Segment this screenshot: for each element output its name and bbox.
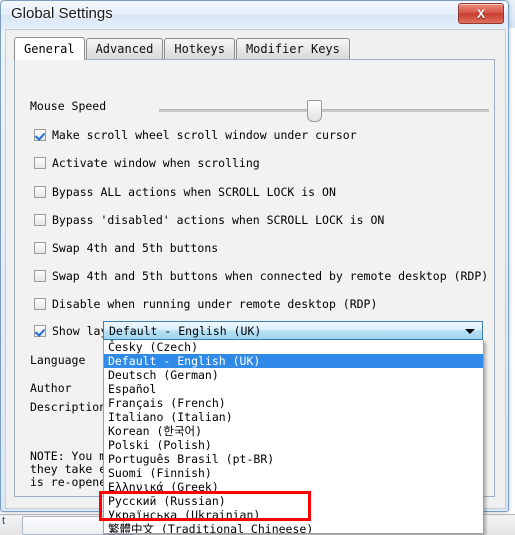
language-dropdown-list[interactable]: Česky (Czech) Default - English (UK) Deu… [103, 340, 484, 534]
tab-advanced[interactable]: Advanced [85, 38, 164, 59]
checkbox-label: Activate window when scrolling [52, 156, 260, 170]
dropdown-option[interactable]: Português Brasil (pt-BR) [104, 452, 483, 466]
checkbox-bypass-all-actions[interactable] [34, 186, 46, 198]
chevron-down-icon [465, 329, 475, 334]
checkbox-bypass-disabled-actions[interactable] [34, 214, 46, 226]
window-titlebar: Global Settings X [1, 1, 508, 29]
checkbox-show-layer-balloon[interactable] [34, 325, 46, 337]
checkbox-label: Disable when running under remote deskto… [52, 297, 378, 311]
dropdown-option[interactable]: Ελληνικά (Greek) [104, 480, 483, 494]
checkbox-activate-window[interactable] [34, 157, 46, 169]
background-taskbar-text: t [2, 515, 6, 527]
close-button[interactable]: X [458, 3, 504, 24]
dropdown-option[interactable]: Suomi (Finnish) [104, 466, 483, 480]
window-title: Global Settings [11, 5, 113, 22]
dropdown-option[interactable]: Українська (Ukrainian) [104, 508, 483, 522]
checkbox-label: Bypass 'disabled' actions when SCROLL LO… [52, 213, 385, 227]
dropdown-option[interactable]: Česky (Czech) [104, 340, 483, 354]
checkbox-swap-4th-5th[interactable] [34, 242, 46, 254]
dropdown-option[interactable]: 繁體中文 (Traditional Chineese) [104, 522, 483, 533]
tab-modifier-keys[interactable]: Modifier Keys [235, 38, 350, 59]
language-label: Language [30, 353, 86, 367]
checkbox-label: Swap 4th and 5th buttons when connected … [52, 269, 489, 283]
checkbox-swap-4th-5th-rdp[interactable] [34, 270, 46, 282]
close-icon: X [476, 6, 485, 21]
checkbox-label: Make scroll wheel scroll window under cu… [52, 128, 357, 142]
mouse-speed-slider-thumb[interactable] [307, 100, 322, 122]
checkbox-disable-under-rdp[interactable] [34, 298, 46, 310]
dropdown-option[interactable]: Español [104, 382, 483, 396]
checkbox-scroll-under-cursor[interactable] [34, 129, 46, 141]
dropdown-option[interactable]: Deutsch (German) [104, 368, 483, 382]
language-combobox[interactable]: Default - English (UK) [103, 321, 483, 340]
dropdown-option[interactable]: Italiano (Italian) [104, 410, 483, 424]
language-combobox-value: Default - English (UK) [109, 324, 262, 338]
tab-hotkeys[interactable]: Hotkeys [164, 38, 235, 59]
checkbox-label: Swap 4th and 5th buttons [52, 241, 219, 255]
dropdown-option[interactable]: Korean (한국어) [104, 424, 483, 438]
dropdown-option[interactable]: Default - English (UK) [104, 354, 483, 368]
dropdown-option[interactable]: Русский (Russian) [104, 494, 483, 508]
mouse-speed-slider-track[interactable] [159, 109, 489, 112]
mouse-speed-label: Mouse Speed [30, 99, 107, 113]
dropdown-option[interactable]: Français (French) [104, 396, 483, 410]
description-label: Description [30, 400, 107, 414]
checkbox-label: Bypass ALL actions when SCROLL LOCK is O… [52, 185, 336, 199]
tab-bar: General Advanced Hotkeys Modifier Keys [14, 37, 351, 60]
author-label: Author [30, 381, 72, 395]
tab-general[interactable]: General [14, 37, 85, 60]
dropdown-option[interactable]: Polski (Polish) [104, 438, 483, 452]
